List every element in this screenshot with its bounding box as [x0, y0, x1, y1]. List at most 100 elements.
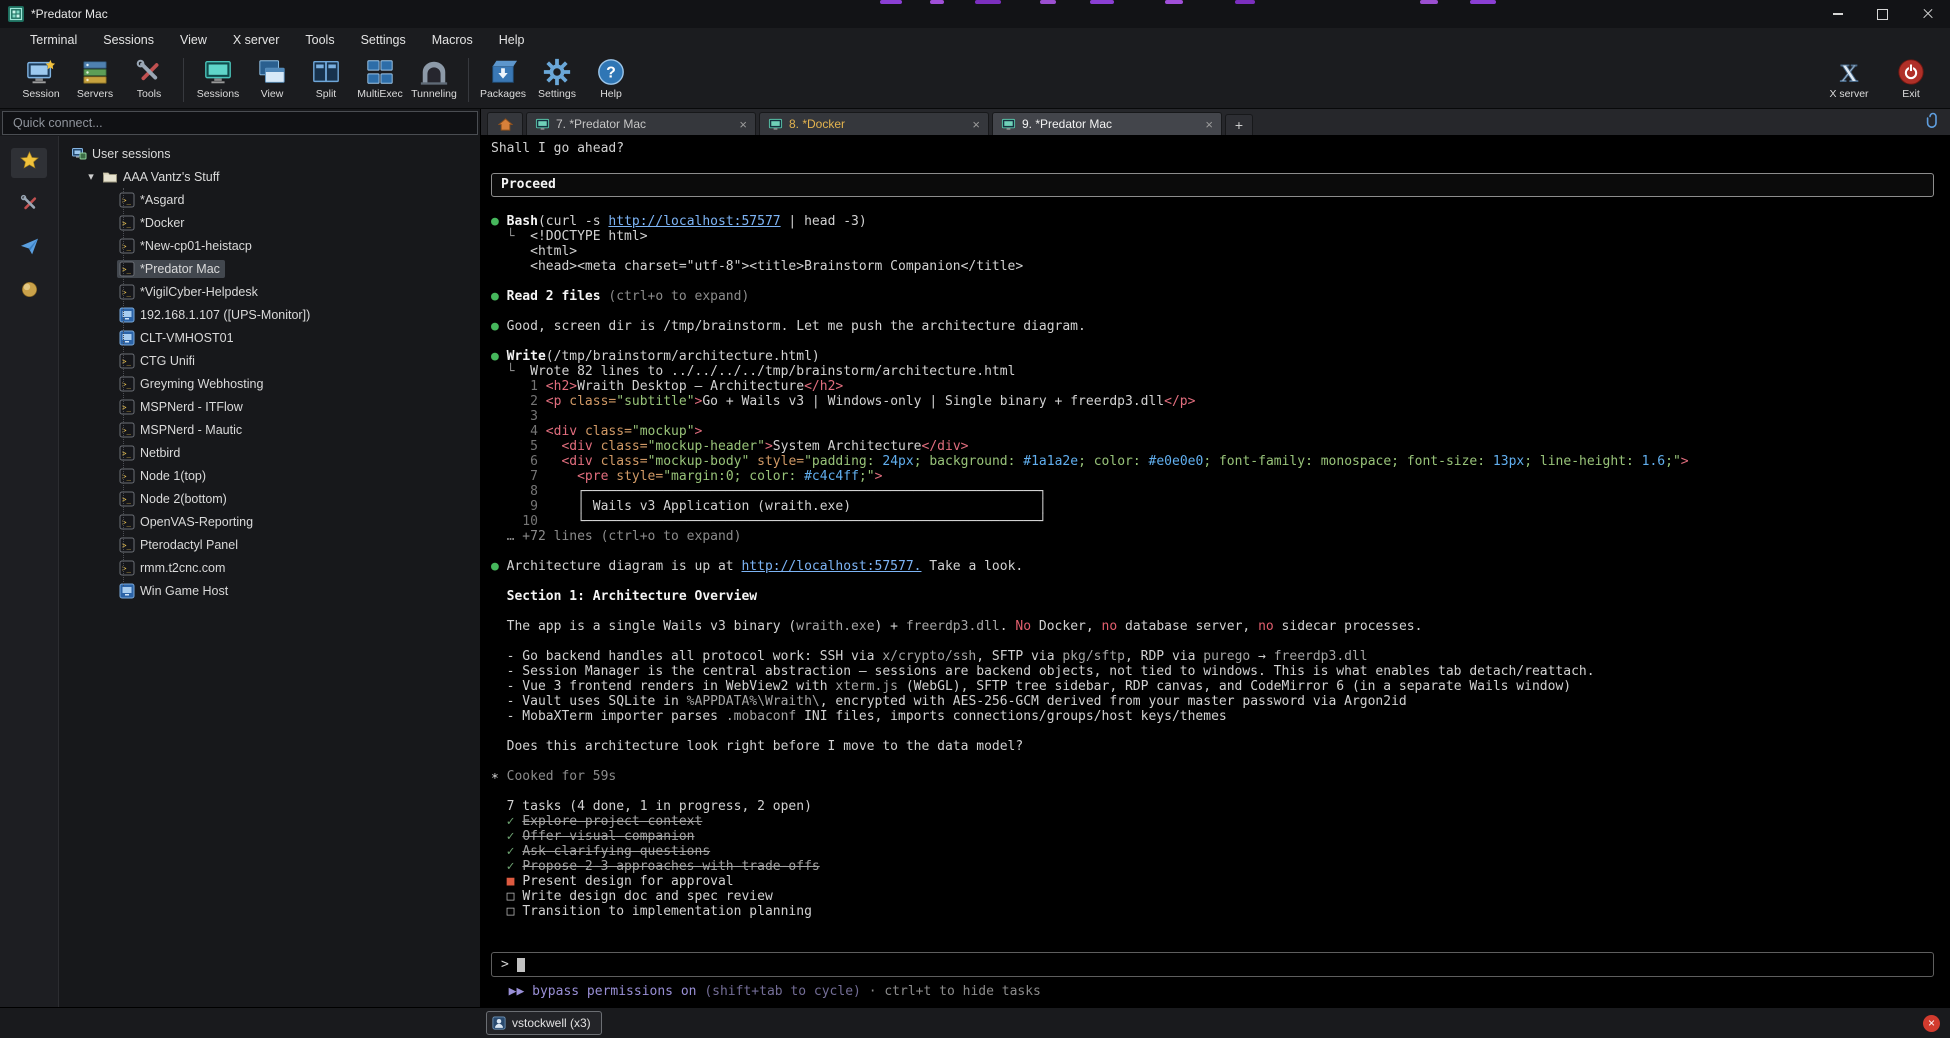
screen-icon [535, 117, 550, 132]
session-item-inner: >_*Predator Mac [117, 260, 225, 278]
paperclip-icon [1925, 112, 1941, 133]
tab-close-icon[interactable]: × [972, 118, 980, 131]
terminal-link[interactable]: http://localhost:57577 [608, 214, 780, 229]
strip-sessions-star-button[interactable] [11, 148, 47, 178]
new-tab-button[interactable]: + [1225, 114, 1253, 135]
session-item-label: 192.168.1.107 ([UPS-Monitor]) [140, 308, 310, 322]
terminal-text: #e0e0e0 [1149, 454, 1204, 469]
terminal-text: Write design doc and spec review [522, 889, 772, 904]
terminal-text: 3 [491, 409, 546, 424]
terminal-blank-line [491, 304, 1936, 319]
tab-7-predator-mac[interactable]: 7. *Predator Mac× [526, 112, 756, 135]
tree-folder[interactable]: ▾ AAA Vantz's Stuff [59, 165, 480, 188]
tab-home[interactable] [487, 112, 523, 135]
menu-x-server[interactable]: X server [233, 33, 280, 47]
user-message-text: Proceed [501, 177, 556, 192]
terminal-text: 5 [491, 439, 546, 454]
session-item-label: CTG Unifi [140, 354, 195, 368]
quick-connect-input[interactable] [2, 111, 478, 135]
menu-terminal[interactable]: Terminal [30, 33, 77, 47]
chevron-down-icon[interactable]: ▾ [85, 170, 97, 183]
view-icon [257, 57, 287, 87]
terminal-line: ✓ Explore project context [491, 814, 1936, 829]
toolbar-xserver-button[interactable]: XX server [1822, 54, 1876, 100]
toolbar-view-button[interactable]: View [245, 54, 299, 102]
terminal-text: 13px [1493, 454, 1524, 469]
terminal-text: Transition to implementation planning [522, 904, 812, 919]
toolbar-servers-label: Servers [77, 88, 113, 100]
terminal[interactable]: Shall I go ahead? Proceed ● Bash(curl -s… [481, 135, 1950, 1007]
tab-8-docker[interactable]: 8. *Docker× [759, 112, 989, 135]
terminal-text: Does this architecture look right before… [491, 739, 1023, 754]
session-item-label: Netbird [140, 446, 180, 460]
toolbar-split-button[interactable]: Split [299, 54, 353, 102]
strip-games-button[interactable] [11, 277, 47, 307]
menu-view[interactable]: View [180, 33, 207, 47]
terminal-line: □ Transition to implementation planning [491, 904, 1936, 919]
user-sessions-button[interactable]: vstockwell (x3) [486, 1011, 602, 1035]
menu-tools[interactable]: Tools [305, 33, 334, 47]
toolbar-settings-button[interactable]: Settings [530, 54, 584, 102]
session-item-label: OpenVAS-Reporting [140, 515, 253, 529]
tab-close-icon[interactable]: × [739, 118, 747, 131]
bottom-close-button[interactable]: × [1923, 1015, 1940, 1032]
toolbar-multiexec-label: MultiExec [357, 88, 403, 100]
terminal-session-icon: >_ [119, 491, 135, 507]
session-item-label: MSPNerd - Mautic [140, 423, 242, 437]
session-item-inner: >_*Docker [117, 214, 189, 232]
terminal-text: Cooked for 59s [499, 769, 616, 784]
terminal-input[interactable]: > [491, 952, 1934, 977]
terminal-text: xterm.js [835, 679, 898, 694]
menu-settings[interactable]: Settings [361, 33, 406, 47]
maximize-button[interactable] [1860, 0, 1905, 28]
tab-9-predator-mac[interactable]: 9. *Predator Mac× [992, 112, 1222, 135]
terminal-text: System Architecture [773, 439, 922, 454]
close-button[interactable] [1905, 0, 1950, 28]
terminal-line: <html> [491, 244, 1936, 259]
tab-close-icon[interactable]: × [1205, 118, 1213, 131]
menu-sessions[interactable]: Sessions [103, 33, 154, 47]
toolbar-help-label: Help [600, 88, 622, 100]
tree-folder-label: AAA Vantz's Stuff [123, 170, 219, 184]
terminal-bottom: > ▶▶ bypass permissions on (shift+tab to… [491, 952, 1936, 999]
toolbar-packages-button[interactable]: Packages [476, 54, 530, 102]
terminal-text [546, 439, 562, 454]
session-item-inner: >_CTG Unifi [117, 352, 200, 370]
toolbar-exit-button[interactable]: Exit [1884, 54, 1938, 100]
terminal-text: . [1000, 619, 1016, 634]
terminal-text: #c4c4ff [804, 469, 859, 484]
strip-tools-button[interactable] [11, 191, 47, 221]
toolbar-tools-button[interactable]: Tools [122, 54, 176, 102]
terminal-line: 5 <div class="mockup-header">System Arch… [491, 439, 1936, 454]
terminal-session-icon: >_ [119, 192, 135, 208]
toolbar-help-button[interactable]: ?Help [584, 54, 638, 102]
terminal-line: 1 <h2>Wraith Desktop — Architecture</h2> [491, 379, 1936, 394]
toolbar-servers-button[interactable]: Servers [68, 54, 122, 102]
prompt-char: > [501, 957, 509, 972]
user-icon [492, 1016, 506, 1030]
terminal-text: ) + [875, 619, 906, 634]
minimize-button[interactable] [1815, 0, 1860, 28]
menu-macros[interactable]: Macros [432, 33, 473, 47]
toolbar-session-button[interactable]: Session [14, 54, 68, 102]
session-item-label: Greyming Webhosting [140, 377, 263, 391]
terminal-link[interactable]: http://localhost:57577. [741, 559, 921, 574]
terminal-text: <head><meta charset="utf-8"><title>Brain… [491, 259, 1023, 274]
toolbar-tunneling-button[interactable]: Tunneling [407, 54, 461, 102]
terminal-text [546, 469, 577, 484]
menu-bar: Terminal Sessions View X server Tools Setting… [0, 28, 1950, 52]
menu-help[interactable]: Help [499, 33, 525, 47]
tree-root-user-sessions[interactable]: User sessions [59, 142, 480, 165]
terminal-blank-line [491, 784, 1936, 799]
terminal-text: 6 [491, 454, 546, 469]
terminal-line: <head><meta charset="utf-8"><title>Brain… [491, 259, 1936, 274]
terminal-text: ┌───────────────────────────────────────… [546, 484, 1047, 499]
terminal-text: ● [491, 214, 499, 229]
terminal-text: > [875, 469, 883, 484]
toolbar-tools-label: Tools [137, 88, 162, 100]
strip-macros-button[interactable] [11, 234, 47, 264]
toolbar-multiexec-button[interactable]: MultiExec [353, 54, 407, 102]
terminal-line: ■ Present design for approval [491, 874, 1936, 889]
toolbar-sessions-button[interactable]: Sessions [191, 54, 245, 102]
terminal-text: Offer visual companion [522, 829, 694, 844]
